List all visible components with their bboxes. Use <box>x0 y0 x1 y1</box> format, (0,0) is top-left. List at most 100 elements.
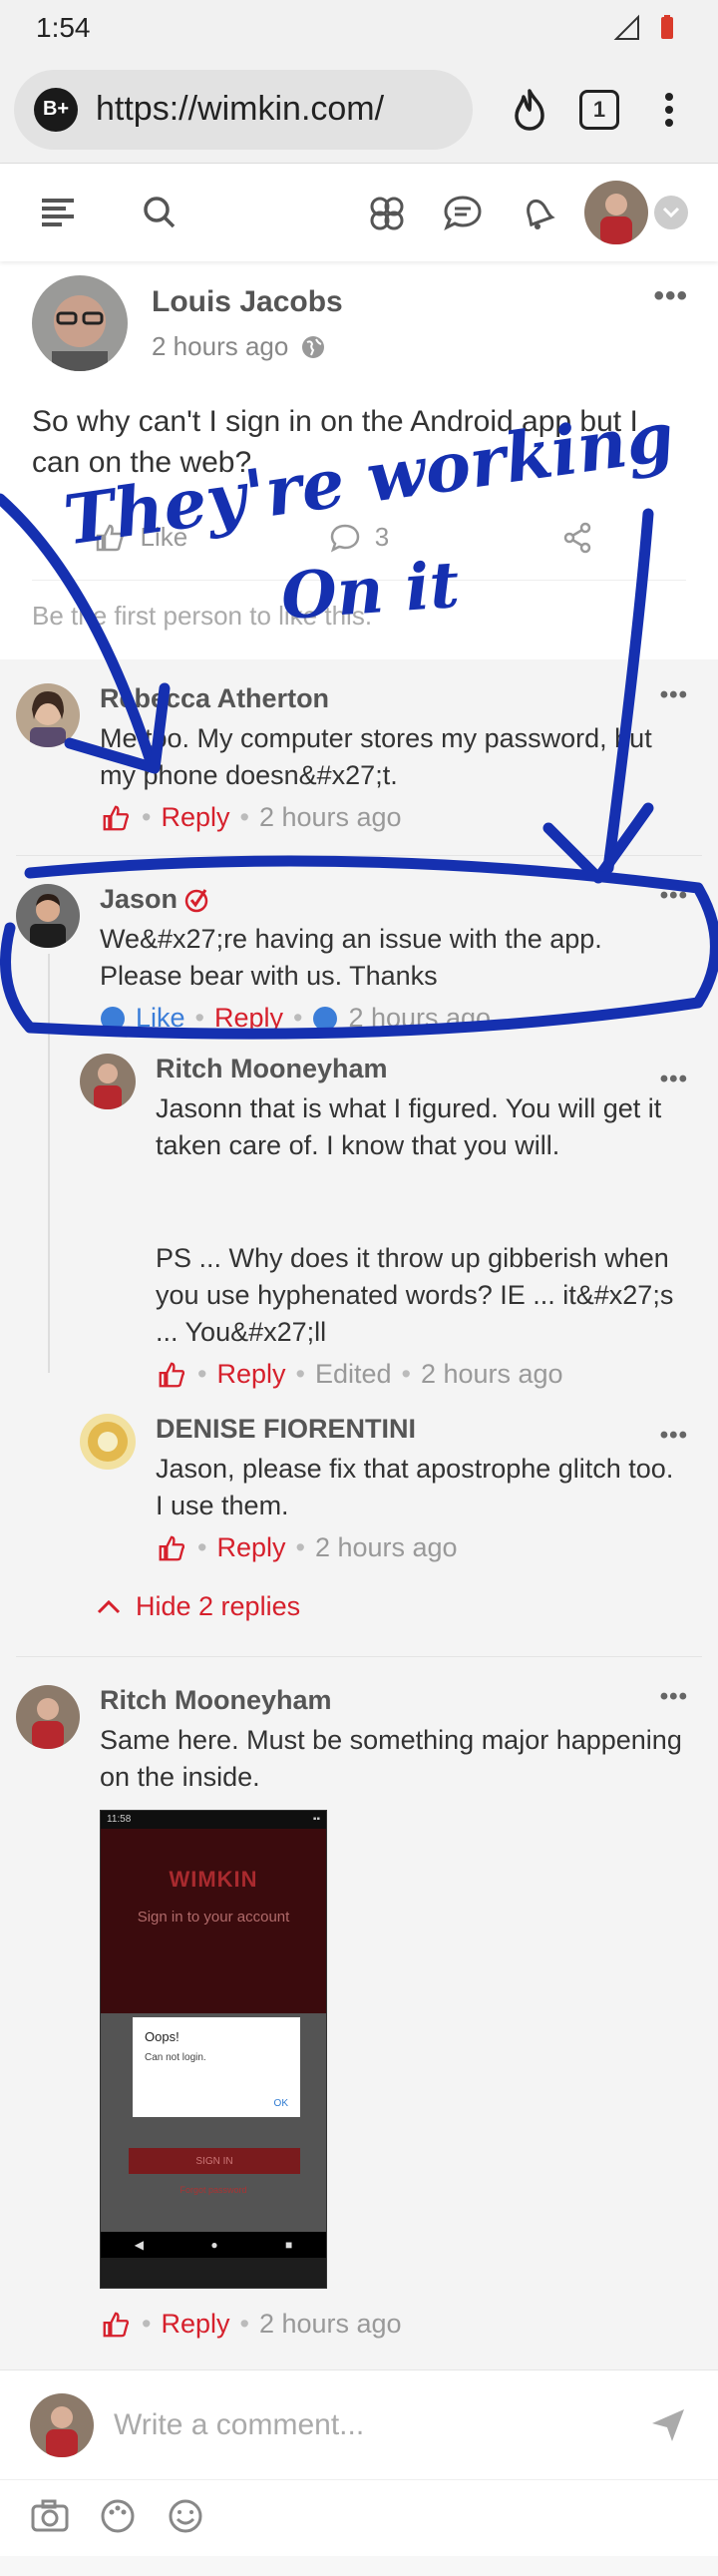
like-filled-icon[interactable] <box>100 1006 126 1032</box>
comment-author[interactable]: Jason <box>100 884 178 915</box>
hide-replies-link[interactable]: Hide 2 replies <box>0 1577 718 1648</box>
search-icon[interactable] <box>130 183 189 242</box>
gif-icon[interactable] <box>98 2498 138 2534</box>
comments-section: ••• Rebecca Atherton Me too. My computer… <box>0 659 718 2369</box>
post-like-label: Like <box>140 522 188 552</box>
share-icon <box>563 522 590 553</box>
comment-time: 2 hours ago <box>314 1532 458 1562</box>
post-comment-count: 3 <box>374 522 390 552</box>
attachment-error-dialog: Oops! Can not login. OK <box>133 2017 300 2117</box>
notifications-bell-icon[interactable] <box>509 183 568 242</box>
like-link[interactable]: Like <box>136 1003 185 1034</box>
comment-author[interactable]: Ritch Mooneyham <box>156 1054 688 1084</box>
app-navbar <box>0 164 718 261</box>
reply-link[interactable]: Reply <box>161 2309 229 2340</box>
attached-screenshot[interactable]: 11:58 ▪▪ WIMKIN Sign in to your account O… <box>100 1810 327 2289</box>
reply-item: ••• Ritch Mooneyham Jasonn that is what … <box>0 1048 718 1404</box>
like-count-icon <box>313 1006 338 1031</box>
post-author-name[interactable]: Louis Jacobs <box>152 285 343 319</box>
flame-icon[interactable] <box>495 75 564 145</box>
battery-icon <box>661 15 673 39</box>
status-time: 1:54 <box>36 12 91 43</box>
tab-count: 1 <box>579 89 619 130</box>
post-time: 2 hours ago <box>152 331 289 361</box>
like-icon[interactable] <box>156 1533 187 1563</box>
camera-icon[interactable] <box>30 2498 70 2534</box>
like-summary: Be the first person to like this. <box>32 601 373 631</box>
address-bar[interactable]: B+ https://wimkin.com/ <box>14 69 473 150</box>
comment-thread: ••• Jason We&#x27;re having an issue wit… <box>0 864 718 1648</box>
comment-avatar[interactable] <box>16 884 80 948</box>
user-avatar[interactable] <box>584 181 648 244</box>
comment-author[interactable]: Ritch Mooneyham <box>100 1685 688 1716</box>
comment-time: 2 hours ago <box>348 1003 492 1033</box>
like-icon[interactable] <box>100 803 132 833</box>
comment-avatar[interactable] <box>16 1685 80 1749</box>
bottom-strip <box>0 2556 718 2576</box>
chevron-up-icon <box>97 1599 121 1613</box>
browser-toolbar: B+ https://wimkin.com/ 1 <box>0 56 718 164</box>
composer-avatar <box>30 2392 94 2457</box>
post-card: ••• Louis Jacobs 2 hours ago So why can'… <box>0 261 718 659</box>
comment-text: Jason, please fix that apostrophe glitch… <box>156 1454 674 1520</box>
comment-more-icon[interactable]: ••• <box>660 681 688 709</box>
reply-link[interactable]: Reply <box>216 1532 285 1563</box>
dialog-title: Oops! <box>145 2029 180 2044</box>
separator-dot: • <box>239 2309 249 2339</box>
reply-item: ••• DENISE FIORENTINI Jason, please fix … <box>0 1404 718 1577</box>
separator-dot: • <box>293 1003 303 1033</box>
post-share-button[interactable] <box>468 522 686 554</box>
separator-dot: • <box>197 1359 207 1389</box>
comment-time: 2 hours ago <box>420 1359 563 1389</box>
site-icon: B+ <box>34 87 78 132</box>
reply-link[interactable]: Reply <box>161 802 229 833</box>
status-bar: 1:54 <box>0 0 718 56</box>
attachment-nav-bar: ◀ ● ■ <box>101 2232 326 2258</box>
separator-dot: • <box>142 2309 152 2339</box>
comment-input[interactable]: Write a comment... <box>114 2408 648 2442</box>
chevron-down-icon[interactable] <box>654 196 688 229</box>
separator-dot: • <box>197 1532 207 1562</box>
comment-author[interactable]: Rebecca Atherton <box>100 683 688 714</box>
like-icon[interactable] <box>100 2310 132 2340</box>
post-author-avatar[interactable] <box>32 275 128 371</box>
emoji-icon[interactable] <box>166 2498 205 2534</box>
comment-more-icon[interactable]: ••• <box>660 1683 688 1711</box>
comment-avatar[interactable] <box>16 683 80 747</box>
comment-avatar[interactable] <box>80 1054 136 1109</box>
menu-icon[interactable] <box>30 183 90 242</box>
like-icon[interactable] <box>156 1360 187 1390</box>
browser-menu-icon[interactable] <box>634 75 704 145</box>
comment-item: ••• Ritch Mooneyham Same here. Must be s… <box>0 1665 718 2369</box>
comment-more-icon[interactable]: ••• <box>660 882 688 910</box>
comment-text: Same here. Must be something major happe… <box>100 1725 682 1792</box>
post-comment-button[interactable]: 3 <box>250 522 469 554</box>
attachment-status-time: 11:58 <box>107 1814 132 1825</box>
url-text[interactable]: https://wimkin.com/ <box>96 90 384 129</box>
hide-replies-label: Hide 2 replies <box>136 1591 301 1621</box>
comment-more-icon[interactable]: ••• <box>660 1066 688 1093</box>
reply-link[interactable]: Reply <box>214 1003 283 1034</box>
attachment-forgot-link: Forgot password <box>180 2185 247 2195</box>
separator-dot: • <box>194 1003 204 1033</box>
post-like-button[interactable]: Like <box>32 522 250 554</box>
comment-icon <box>330 524 360 552</box>
comment-avatar[interactable] <box>80 1414 136 1470</box>
groups-icon[interactable] <box>357 183 417 242</box>
comment-item: ••• Rebecca Atherton Me too. My computer… <box>0 663 718 847</box>
comment-author[interactable]: DENISE FIORENTINI <box>156 1414 688 1445</box>
messages-icon[interactable] <box>433 183 493 242</box>
attachment-signin-button: SIGN IN <box>129 2148 300 2174</box>
post-more-icon[interactable]: ••• <box>653 279 688 313</box>
signal-icon <box>613 14 639 40</box>
send-icon[interactable] <box>648 2405 688 2445</box>
separator-dot: • <box>239 802 249 832</box>
separator-dot: • <box>295 1359 305 1389</box>
tab-switcher-button[interactable]: 1 <box>564 75 634 145</box>
comment-more-icon[interactable]: ••• <box>660 1422 688 1450</box>
status-icons <box>612 13 682 43</box>
post-text: So why can't I sign in on the Android ap… <box>32 405 638 479</box>
reply-link[interactable]: Reply <box>216 1359 285 1390</box>
separator-dot: • <box>295 1532 305 1562</box>
comment-text: Jasonn that is what I figured. You will … <box>156 1093 662 1160</box>
